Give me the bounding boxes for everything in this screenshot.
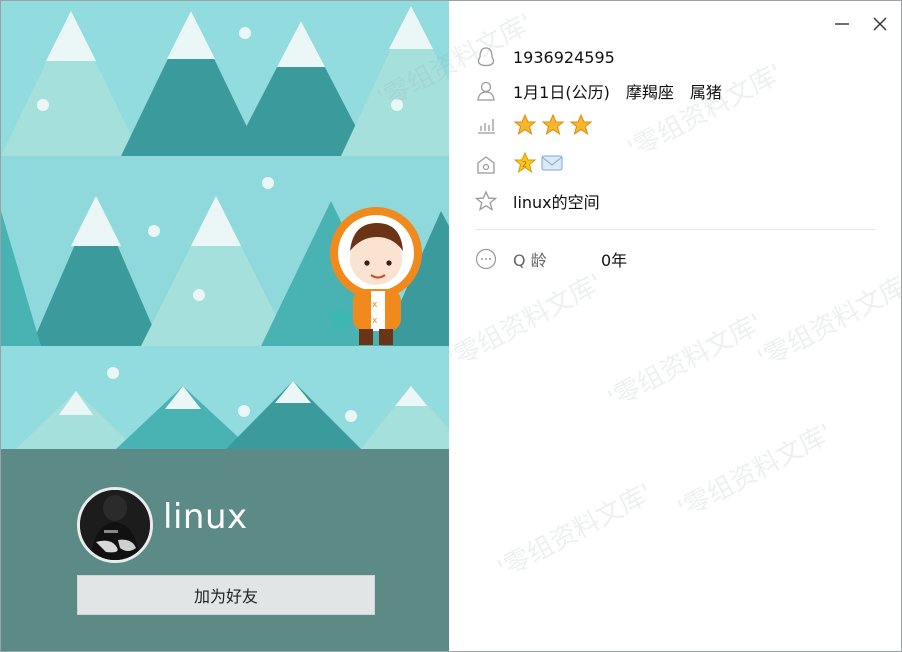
nickname: linux [163, 497, 248, 537]
qq-number-row: 1936924595 [473, 43, 615, 71]
svg-text:x: x [372, 316, 378, 326]
profile-cover-panel: x x linux 加为好友 [1, 1, 449, 651]
profile-window: x x linux 加为好友 1936924595 1月1日(公历) 摩羯座 属… [0, 0, 902, 652]
badges-row: 2 [473, 151, 563, 179]
close-button[interactable] [867, 11, 893, 37]
watermark-text: '零组资料文库' [623, 58, 788, 165]
watermark-text: '零组资料文库' [493, 478, 658, 585]
constellation: 摩羯座 [625, 83, 674, 102]
watermark-text: '零组资料文库' [673, 418, 838, 525]
watermark-text: '零组资料文库' [603, 308, 768, 415]
svg-text:2: 2 [522, 160, 527, 169]
qage-label: Q 龄 [513, 251, 547, 270]
avatar-image [80, 490, 150, 560]
svg-text:x: x [372, 300, 378, 310]
cover-illustration: x x [1, 1, 449, 449]
mail-badge-icon[interactable] [541, 154, 563, 176]
add-friend-button[interactable]: 加为好友 [77, 575, 375, 615]
person-icon [473, 78, 499, 104]
space-link[interactable]: linux的空间 [513, 189, 600, 213]
level-stars[interactable] [513, 113, 593, 137]
qage-value: 0年 [601, 251, 628, 270]
minimize-button[interactable] [829, 11, 855, 37]
watermark-text: '零组资料文库' [443, 268, 608, 375]
space-star-icon [473, 188, 499, 214]
crown-house-icon [473, 152, 499, 178]
star-icon [541, 113, 565, 136]
vip-badge-icon[interactable]: 2 [513, 151, 537, 179]
level-row [473, 111, 593, 139]
qq-number[interactable]: 1936924595 [513, 48, 615, 67]
personal-info-row: 1月1日(公历) 摩羯座 属猪 [473, 77, 722, 105]
star-icon [569, 113, 593, 136]
watermark-text: '零组资料文库' [753, 268, 902, 375]
birthday: 1月1日(公历) [513, 83, 610, 102]
penguin-icon [473, 44, 499, 70]
qage-row: Q 龄 0年 [473, 245, 627, 273]
minimize-icon [835, 23, 849, 25]
level-chart-icon [473, 112, 499, 138]
profile-info-panel: 1936924595 1月1日(公历) 摩羯座 属猪 2 linux的空间 Q … [373, 1, 902, 651]
space-row: linux的空间 [473, 187, 600, 215]
zodiac: 属猪 [689, 83, 722, 102]
star-icon [513, 113, 537, 136]
avatar[interactable] [77, 487, 153, 563]
divider [475, 229, 875, 230]
more-icon[interactable] [473, 246, 499, 272]
close-icon [873, 17, 887, 31]
profile-summary-panel: linux 加为好友 [1, 449, 449, 651]
